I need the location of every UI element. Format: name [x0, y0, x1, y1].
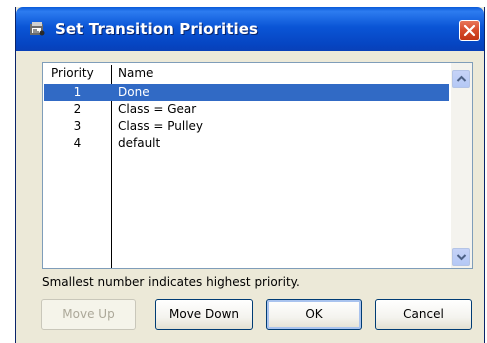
row-priority: 2 [73, 102, 82, 116]
chevron-up-icon [456, 75, 467, 82]
row-priority: 4 [73, 136, 82, 150]
priority-list[interactable]: Priority Name 1 Done 2 Class = Gear 3 Cl… [42, 62, 473, 269]
list-row[interactable]: 3 Class = Pulley [44, 118, 449, 135]
move-down-button[interactable]: Move Down [155, 299, 253, 330]
scroll-down-button[interactable] [452, 248, 470, 266]
row-name: Done [118, 85, 150, 99]
close-button[interactable] [459, 20, 480, 41]
column-header-name[interactable]: Name [118, 66, 153, 80]
title-bar[interactable]: Set Transition Priorities [16, 7, 484, 51]
move-up-button[interactable]: Move Up [41, 299, 136, 330]
vertical-scrollbar[interactable] [451, 63, 472, 268]
list-header: Priority Name [43, 63, 452, 84]
row-name: Class = Gear [118, 102, 197, 116]
priority-hint: Smallest number indicates highest priori… [42, 275, 300, 289]
column-header-priority[interactable]: Priority [51, 66, 94, 80]
list-rows: 1 Done 2 Class = Gear 3 Class = Pulley 4… [43, 84, 452, 152]
row-name: default [118, 136, 161, 150]
list-row[interactable]: 1 Done [44, 84, 449, 101]
ok-button[interactable]: OK [266, 299, 362, 330]
chevron-down-icon [456, 254, 467, 261]
list-row[interactable]: 2 Class = Gear [44, 101, 449, 118]
scroll-up-button[interactable] [452, 70, 470, 88]
window-title: Set Transition Priorities [55, 20, 259, 38]
dialog-window: Set Transition Priorities Priority Name … [15, 7, 485, 343]
cancel-button[interactable]: Cancel [375, 299, 472, 330]
row-priority: 1 [73, 85, 82, 99]
close-icon [463, 24, 476, 37]
list-row[interactable]: 4 default [44, 135, 449, 152]
row-name: Class = Pulley [118, 119, 204, 133]
app-icon [29, 21, 46, 37]
row-priority: 3 [73, 119, 82, 133]
